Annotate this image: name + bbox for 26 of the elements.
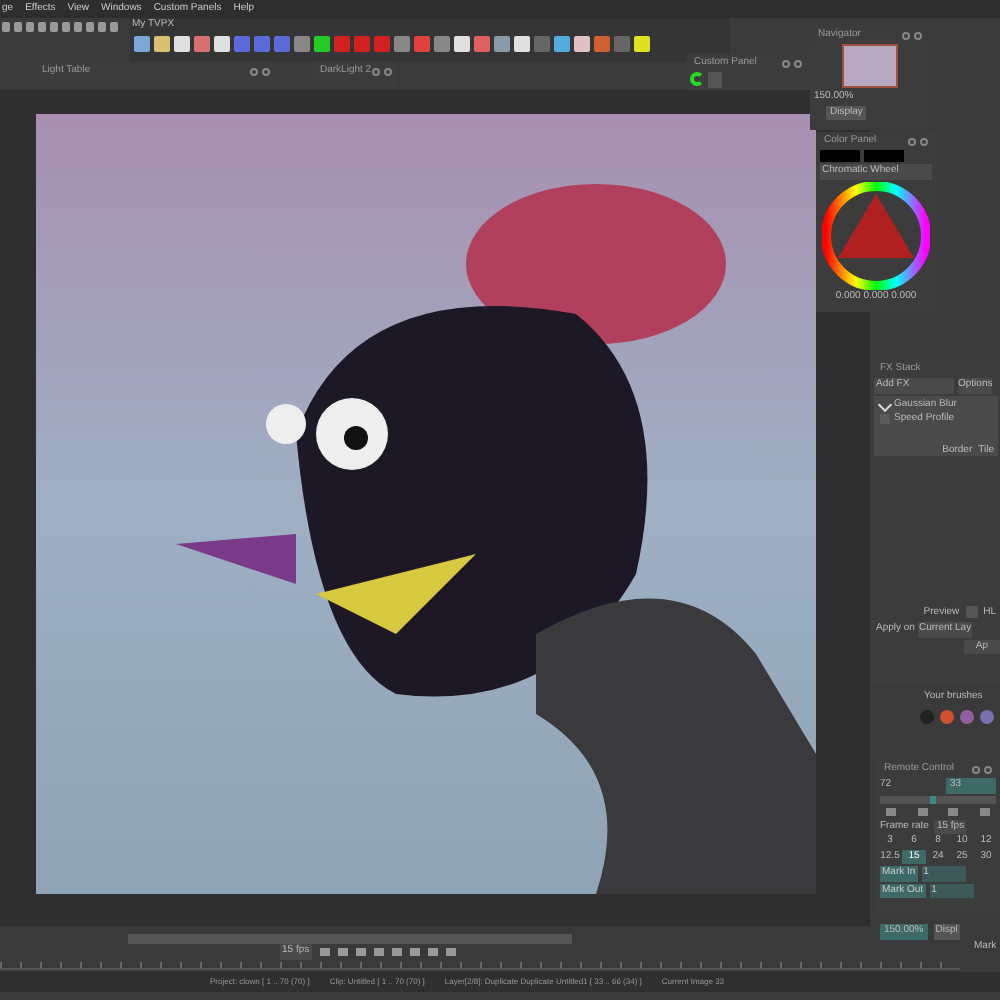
primary-color-swatch[interactable]: [820, 150, 860, 162]
c-shape-icon[interactable]: [690, 72, 704, 86]
panel-options-icon[interactable]: [902, 31, 910, 39]
slider-thumb[interactable]: [930, 795, 937, 803]
playback-control-icon[interactable]: [979, 807, 990, 815]
panel-options-icon[interactable]: [782, 59, 790, 67]
panel-close-icon[interactable]: [383, 67, 392, 75]
panel-close-icon[interactable]: [794, 59, 802, 67]
playback-control-icon[interactable]: [886, 807, 897, 815]
horizontal-scrollbar[interactable]: [128, 934, 572, 944]
navigator-thumbnail: [842, 44, 898, 88]
color-wheel[interactable]: [822, 181, 930, 289]
effect-checkbox[interactable]: [880, 414, 890, 425]
secondary-color-swatch[interactable]: [864, 150, 904, 162]
panel-options-icon[interactable]: [972, 765, 980, 773]
panel-options-icon[interactable]: [371, 67, 380, 75]
panel-close-icon[interactable]: [920, 137, 928, 145]
panel-close-icon[interactable]: [914, 31, 922, 39]
panel-close-icon[interactable]: [984, 765, 992, 773]
playback-control-icon[interactable]: [917, 807, 928, 815]
frame-slider[interactable]: [880, 795, 996, 803]
panel-options-icon[interactable]: [908, 137, 916, 145]
panel-options-icon[interactable]: [250, 67, 258, 75]
panel-close-icon[interactable]: [262, 67, 270, 75]
playback-control-icon[interactable]: [948, 807, 959, 815]
preview-checkbox[interactable]: [965, 605, 978, 617]
